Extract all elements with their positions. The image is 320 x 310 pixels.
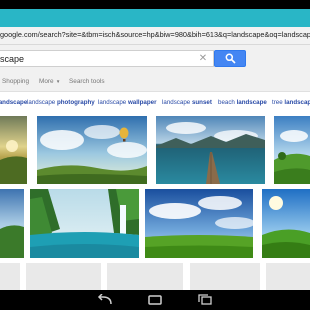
related-search-landscape-wallpaper[interactable]: landscape wallpaper: [98, 98, 156, 107]
tab-shopping[interactable]: Shopping: [2, 77, 29, 86]
tab-more-label: More: [39, 78, 54, 85]
search-input[interactable]: scape ✕: [0, 50, 214, 67]
image-result-hot-air-balloon-sky[interactable]: [37, 116, 147, 184]
image-result-green-field-blue-sky[interactable]: [145, 189, 253, 258]
related-search-landscape-photography[interactable]: landscape photography: [27, 98, 95, 107]
related-search-landscape[interactable]: landscape: [0, 98, 27, 107]
related-prefix: landscape: [98, 99, 128, 106]
back-icon[interactable]: [96, 294, 114, 306]
image-thumbnail: [274, 116, 310, 184]
navigation-bar: [0, 290, 310, 310]
caret-down-icon: ▼: [54, 79, 61, 84]
image-thumbnail: [30, 189, 139, 258]
browser-toolbar: [0, 9, 310, 27]
close-icon[interactable]: ✕: [198, 53, 208, 65]
related-suffix: landscape: [236, 99, 267, 106]
related-search-tree-landscapes[interactable]: tree landscapes: [272, 98, 310, 107]
search-query-text[interactable]: scape: [0, 53, 24, 65]
image-result-partial-left[interactable]: [0, 189, 24, 258]
image-result-waterfall-lagoon[interactable]: [30, 189, 139, 258]
image-result-lake-pier[interactable]: [156, 116, 265, 184]
address-bar[interactable]: google.com/search?site=&tbm=isch&source=…: [0, 27, 310, 45]
related-prefix: landscape: [27, 99, 57, 106]
tablet-screen: google.com/search?site=&tbm=isch&source=…: [0, 0, 310, 310]
related-prefix: tree: [272, 99, 285, 106]
image-placeholder: [107, 263, 183, 290]
image-thumbnail: [37, 116, 147, 184]
image-thumbnail: [145, 189, 253, 258]
related-prefix: beach: [218, 99, 237, 106]
image-result-sunny-hillside[interactable]: [262, 189, 310, 258]
image-thumbnail: [0, 116, 27, 184]
related-suffix: landscapes: [284, 99, 310, 106]
related-suffix: landscape: [0, 99, 28, 106]
related-suffix: wallpaper: [127, 99, 157, 106]
url-text[interactable]: google.com/search?site=&tbm=isch&source=…: [0, 29, 310, 41]
image-result-sunset-meadow[interactable]: [0, 116, 27, 184]
home-icon[interactable]: [146, 294, 164, 306]
related-searches: landscape landscape photography landscap…: [0, 92, 310, 113]
search-tools-button[interactable]: Search tools: [69, 77, 105, 86]
search-icon: [225, 53, 236, 64]
recents-icon[interactable]: [196, 294, 214, 306]
image-thumbnail: [0, 189, 24, 258]
related-prefix: landscape: [162, 99, 192, 106]
search-button[interactable]: [214, 50, 246, 67]
status-bar: [0, 0, 310, 9]
image-placeholder: [0, 263, 20, 290]
tab-more[interactable]: More ▼: [39, 77, 60, 86]
related-suffix: sunset: [191, 99, 212, 106]
image-thumbnail: [156, 116, 265, 184]
related-suffix: photography: [56, 99, 95, 106]
search-tools-row: Shopping More ▼ Search tools: [0, 70, 310, 92]
search-row: scape ✕: [0, 45, 310, 70]
image-thumbnail: [262, 189, 310, 258]
related-search-beach-landscape[interactable]: beach landscape: [218, 98, 267, 107]
image-placeholder: [266, 263, 310, 290]
image-result-green-hills[interactable]: [274, 116, 310, 184]
image-placeholder: [190, 263, 260, 290]
image-placeholder: [26, 263, 101, 290]
related-search-landscape-sunset[interactable]: landscape sunset: [162, 98, 212, 107]
